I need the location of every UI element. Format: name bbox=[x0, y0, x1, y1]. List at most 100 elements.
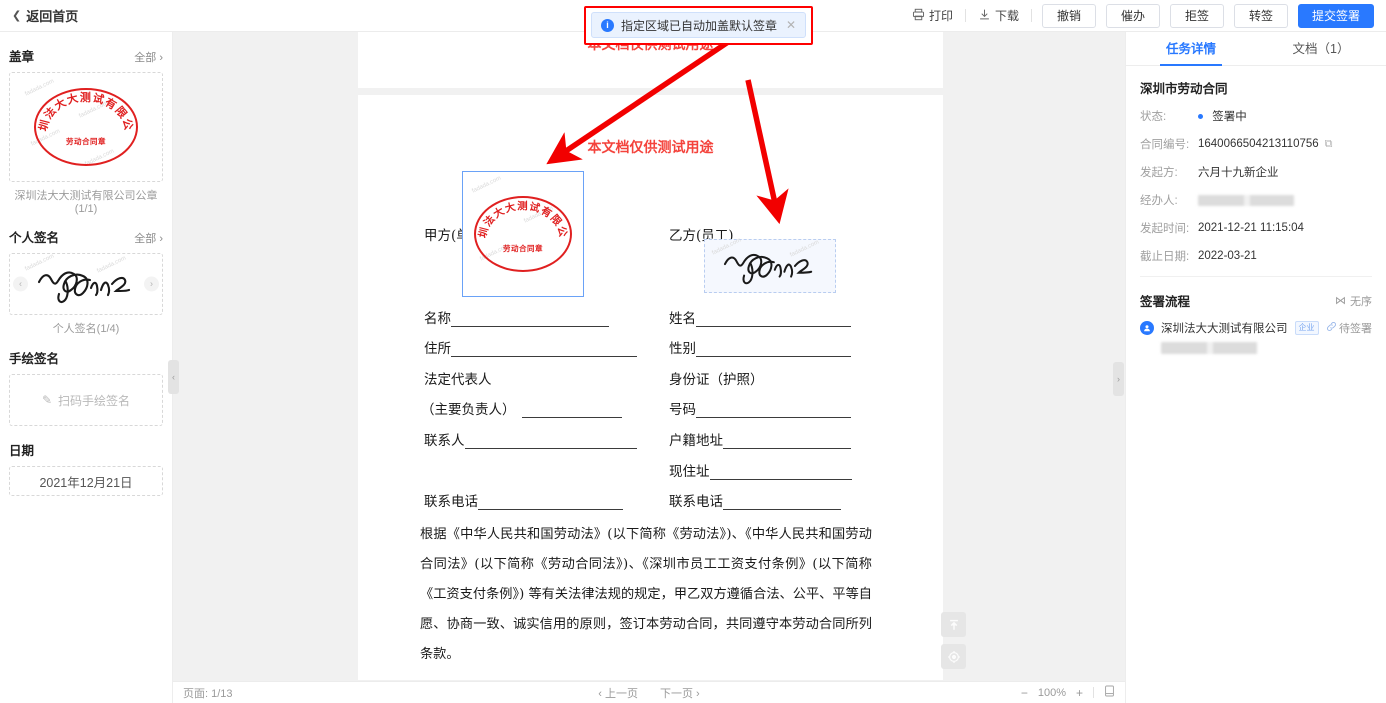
status-dot-icon bbox=[1198, 114, 1203, 120]
left-sidebar: 盖章 全部 › fadada.com fadada.com fadada.com… bbox=[0, 32, 173, 703]
participant-contact-redacted bbox=[1161, 342, 1265, 354]
next-page-button[interactable]: 下一页 › bbox=[660, 685, 700, 701]
seal-section-title: 盖章 bbox=[9, 50, 35, 64]
detail-panel-tabs: 任务详情 文档（1） bbox=[1126, 32, 1386, 66]
status-value: 签署中 bbox=[1212, 111, 1247, 123]
placed-signature-field[interactable]: fadada.com fadada.com bbox=[704, 237, 836, 293]
scroll-to-top-button[interactable] bbox=[941, 612, 966, 637]
locate-field-button[interactable] bbox=[941, 644, 966, 669]
zoom-out-button[interactable]: − bbox=[1021, 686, 1028, 700]
signature-view-all-link[interactable]: 全部 › bbox=[134, 230, 163, 246]
placed-seal-ring-text: 深圳法大大测试有限公司 bbox=[474, 196, 568, 239]
seal-caption: 深圳法大大测试有限公司公章(1/1) bbox=[14, 190, 158, 215]
seal-view-all-link[interactable]: 全部 › bbox=[134, 49, 163, 65]
operator-value-redacted bbox=[1198, 194, 1298, 206]
right-detail-panel: 任务详情 文档（1） 深圳市劳动合同 状态: 签署中 合同编号: 1640066… bbox=[1125, 32, 1386, 703]
copy-icon[interactable]: ⧉ bbox=[1325, 138, 1333, 151]
zoom-level-label: 100% bbox=[1037, 686, 1066, 699]
pen-icon: ✎ bbox=[41, 393, 53, 407]
detail-key: 经办人: bbox=[1140, 195, 1178, 207]
reject-sign-button[interactable]: 拒签 bbox=[1170, 3, 1224, 28]
contract-number-value: 1640066504213110756 bbox=[1198, 138, 1319, 150]
participant-detail-redacted bbox=[1126, 336, 1386, 357]
date-section-title: 日期 bbox=[9, 444, 35, 458]
detail-row-contract-no: 合同编号: 1640066504213110756 ⧉ bbox=[1140, 136, 1372, 152]
transfer-sign-button[interactable]: 转签 bbox=[1234, 3, 1288, 28]
placed-signature-scribble bbox=[723, 253, 813, 285]
link-icon[interactable] bbox=[1326, 321, 1337, 335]
deadline-value: 2022-03-21 bbox=[1198, 250, 1257, 262]
personal-signature-section-title: 个人签名 bbox=[9, 231, 60, 245]
personal-signature-section-header: 个人签名 全部 › bbox=[9, 227, 163, 246]
zoom-divider bbox=[1093, 687, 1094, 698]
detail-row-operator: 经办人: bbox=[1140, 192, 1372, 208]
back-to-home-label: 返回首页 bbox=[26, 9, 79, 24]
prev-page-button[interactable]: ‹ 上一页 bbox=[598, 685, 638, 701]
list-item[interactable]: 深圳法大大测试有限公司 企业 待签署 bbox=[1126, 310, 1386, 336]
urge-button[interactable]: 催办 bbox=[1106, 3, 1160, 28]
collapse-right-panel-handle[interactable]: › bbox=[1113, 362, 1124, 396]
printer-icon bbox=[912, 8, 925, 24]
close-icon[interactable]: ✕ bbox=[786, 18, 796, 32]
document-page-current: 本文档仅供测试用途 bbox=[358, 95, 943, 680]
personal-signature-caption: 个人签名(1/4) bbox=[52, 323, 120, 335]
tab-task-detail[interactable]: 任务详情 bbox=[1126, 32, 1256, 66]
seal-view-all-label: 全部 bbox=[134, 52, 157, 64]
start-time-value: 2021-12-21 11:15:04 bbox=[1198, 222, 1304, 234]
placed-seal-center-text: 劳动合同章 bbox=[503, 244, 543, 253]
revoke-button[interactable]: 撤销 bbox=[1042, 3, 1096, 28]
detail-row-initiator: 发起方: 六月十九新企业 bbox=[1140, 164, 1372, 180]
toast-message: 指定区域已自动加盖默认签章 bbox=[621, 18, 778, 33]
detail-key: 状态: bbox=[1140, 111, 1167, 123]
detail-key: 发起方: bbox=[1140, 167, 1178, 179]
print-button[interactable]: 打印 bbox=[900, 5, 965, 27]
back-to-home-button[interactable]: ❮ 返回首页 bbox=[12, 6, 78, 25]
info-icon: i bbox=[601, 18, 614, 32]
placed-seal-field[interactable]: fadada.com fadada.com fadada.com 深圳法大大测试… bbox=[462, 171, 584, 297]
svg-text:深圳法大大测试有限公司: 深圳法大大测试有限公司 bbox=[474, 196, 569, 239]
viewer-floating-actions bbox=[941, 612, 966, 676]
date-stamp-thumbnail[interactable]: 2021年12月21日 bbox=[9, 466, 163, 496]
signature-next-icon[interactable]: › bbox=[144, 276, 159, 292]
collapse-left-sidebar-handle[interactable]: ‹ bbox=[168, 360, 179, 394]
initiator-value: 六月十九新企业 bbox=[1198, 167, 1279, 179]
participant-name: 深圳法大大测试有限公司 bbox=[1161, 323, 1288, 335]
esign-app: ❮ 返回首页 打印 下载 撤销 催办 拒签 转签 提交签署 i 指定区域已自动加… bbox=[0, 0, 1386, 703]
scan-handdraw-signature-button[interactable]: ✎ 扫码手绘签名 bbox=[9, 374, 163, 426]
viewer-bottom-bar: 页面: 1/13 ‹ 上一页 下一页 › − 100% + bbox=[173, 681, 1125, 703]
detail-panel-body: 深圳市劳动合同 状态: 签署中 合同编号: 164006650421311075… bbox=[1126, 66, 1386, 264]
order-label: 无序 bbox=[1350, 295, 1372, 308]
date-value: 2021年12月21日 bbox=[39, 475, 133, 490]
seal-thumbnail[interactable]: fadada.com fadada.com fadada.com fadada.… bbox=[9, 72, 163, 182]
participant-status: 待签署 bbox=[1339, 323, 1372, 335]
toast-highlight-box: i 指定区域已自动加盖默认签章 ✕ bbox=[584, 6, 814, 45]
tab-documents[interactable]: 文档（1） bbox=[1256, 32, 1386, 65]
detail-key: 发起时间: bbox=[1140, 223, 1190, 235]
contract-title: 深圳市劳动合同 bbox=[1140, 82, 1228, 96]
watermark-text: fadada.com bbox=[471, 175, 503, 195]
seal-center-text: 劳动合同章 bbox=[66, 137, 106, 146]
signing-flow-header: 签署流程 ⋈ 无序 bbox=[1126, 277, 1386, 310]
document-viewer[interactable]: 本文档仅供测试用途 本文档仅供测试用途 bbox=[173, 32, 1125, 703]
participant-type-badge: 企业 bbox=[1294, 321, 1319, 335]
personal-signature-thumbnail[interactable]: fadada.com fadada.com ‹ › bbox=[9, 253, 163, 315]
seal-arc-text-svg: 深圳法大大测试有限公司 bbox=[34, 88, 134, 132]
detail-row-deadline: 截止日期: 2022-03-21 bbox=[1140, 248, 1372, 264]
submit-sign-button[interactable]: 提交签署 bbox=[1298, 3, 1374, 28]
detail-key: 合同编号: bbox=[1140, 139, 1190, 151]
company-seal-graphic: 深圳法大大测试有限公司 劳动合同章 bbox=[34, 88, 138, 166]
signing-order-toggle[interactable]: ⋈ 无序 bbox=[1335, 293, 1372, 309]
handdrawn-section-title: 手绘签名 bbox=[9, 352, 60, 366]
download-button[interactable]: 下载 bbox=[966, 5, 1031, 27]
signing-flow-title: 签署流程 bbox=[1140, 295, 1191, 309]
page-indicator: 页面: 1/13 bbox=[183, 687, 233, 700]
signature-prev-icon[interactable]: ‹ bbox=[13, 276, 28, 292]
fit-page-icon[interactable] bbox=[1104, 685, 1115, 700]
signature-view-all-label: 全部 bbox=[134, 233, 157, 245]
auto-stamp-toast: i 指定区域已自动加盖默认签章 ✕ bbox=[591, 12, 807, 38]
detail-key: 截止日期: bbox=[1140, 251, 1190, 263]
order-icon: ⋈ bbox=[1335, 295, 1346, 307]
zoom-in-button[interactable]: + bbox=[1076, 686, 1083, 700]
toolbar-divider-2 bbox=[1031, 9, 1032, 22]
seal-ring-text: 深圳法大大测试有限公司 bbox=[34, 88, 134, 132]
